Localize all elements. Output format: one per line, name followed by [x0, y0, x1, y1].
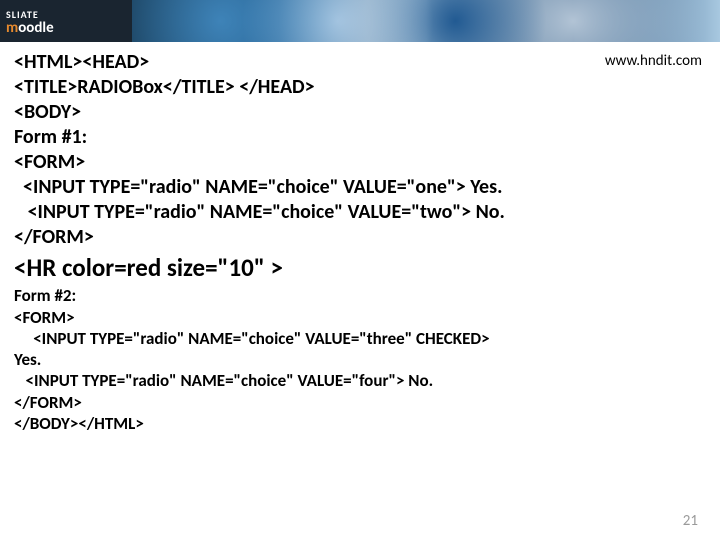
logo: SLIATE moodle [0, 0, 132, 42]
url-text: www.hndit.com [605, 52, 702, 70]
logo-line2a: m [6, 19, 18, 37]
code-block-2: Form #2: <FORM> <INPUT TYPE="radio" NAME… [14, 285, 706, 434]
code-line: <HTML><HEAD> [14, 50, 706, 75]
page-number: 21 [683, 512, 698, 530]
code-line: <INPUT TYPE="radio" NAME="choice" VALUE=… [14, 370, 706, 391]
code-line: Yes. [14, 349, 706, 370]
code-line: <INPUT TYPE="radio" NAME="choice" VALUE=… [14, 200, 706, 225]
code-line: </BODY></HTML> [14, 413, 706, 434]
code-line: Form #1: [14, 125, 706, 150]
code-line: <TITLE>RADIOBox</TITLE> </HEAD> [14, 75, 706, 100]
code-line: <FORM> [14, 307, 706, 328]
code-block-1: <HTML><HEAD> <TITLE>RADIOBox</TITLE> </H… [14, 50, 706, 250]
logo-line2b: oodle [18, 19, 53, 37]
code-line: <INPUT TYPE="radio" NAME="choice" VALUE=… [14, 328, 706, 349]
banner-image [132, 0, 720, 42]
logo-text: SLIATE moodle [6, 8, 54, 35]
code-line: </FORM> [14, 225, 706, 250]
code-line: <INPUT TYPE="radio" NAME="choice" VALUE=… [14, 175, 706, 200]
slide-content: www.hndit.com <HTML><HEAD> <TITLE>RADIOB… [0, 42, 720, 434]
header-banner: SLIATE moodle [0, 0, 720, 42]
code-line: </FORM> [14, 392, 706, 413]
code-line: Form #2: [14, 285, 706, 306]
code-line: <BODY> [14, 100, 706, 125]
code-hr-line: <HR color=red size="10" > [14, 252, 706, 283]
code-line: <FORM> [14, 150, 706, 175]
